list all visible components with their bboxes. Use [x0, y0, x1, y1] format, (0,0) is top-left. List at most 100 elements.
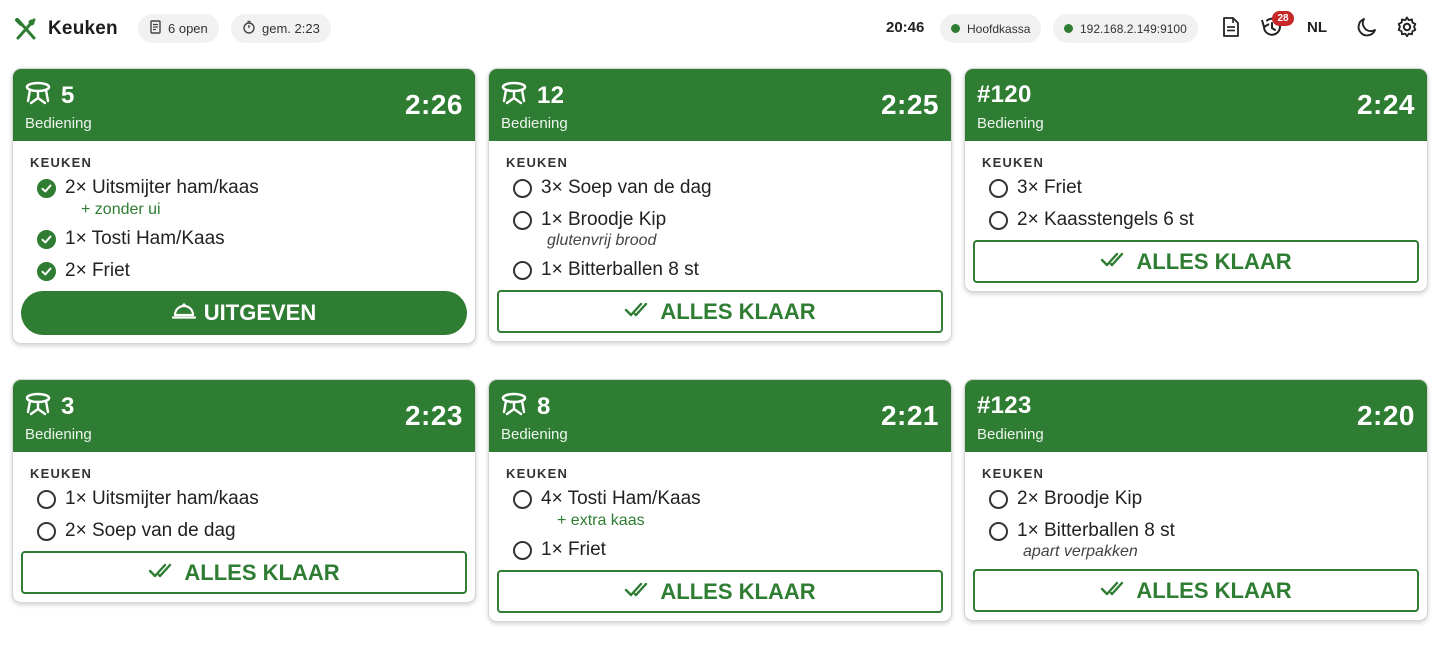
serve-label: UITGEVEN	[203, 300, 317, 325]
item-name: 2× Friet	[65, 260, 130, 281]
all-ready-button[interactable]: ALLES KLAAR	[21, 551, 467, 594]
empty-circle-icon[interactable]	[989, 521, 1008, 541]
empty-circle-icon[interactable]	[37, 521, 56, 541]
empty-circle-icon[interactable]	[513, 210, 532, 230]
empty-circle-icon[interactable]	[989, 178, 1008, 198]
serve-button[interactable]: UITGEVEN	[21, 291, 467, 335]
ticket-subtitle: Bediening	[501, 426, 568, 443]
card-body: KEUKEN 3× Soep van de dag 1× Broodje Kip…	[489, 141, 951, 341]
check-circle-icon[interactable]	[37, 178, 56, 198]
empty-circle-icon[interactable]	[513, 260, 532, 280]
printer-ip: 192.168.2.149:9100	[1080, 21, 1187, 36]
order-item[interactable]: 2× Kaasstengels 6 st	[989, 208, 1419, 232]
card-body: KEUKEN 2× Broodje Kip 1× Bitterballen 8 …	[965, 452, 1427, 620]
order-item[interactable]: 1× Tosti Ham/Kaas	[37, 227, 467, 251]
all-ready-button[interactable]: ALLES KLAAR	[973, 240, 1419, 283]
section-title: KEUKEN	[982, 466, 1045, 481]
dark-mode-toggle[interactable]	[1353, 15, 1381, 43]
order-item[interactable]: 2× Broodje Kip	[989, 487, 1419, 511]
card-body: KEUKEN 2× Uitsmijter ham/kaas + zonder u…	[13, 141, 475, 343]
order-card[interactable]: 3 Bediening 2:23 KEUKEN 1× Uitsmijter ha…	[12, 379, 476, 603]
register-name: Hoofdkassa	[967, 21, 1031, 36]
order-item[interactable]: 1× Friet	[513, 538, 943, 562]
elapsed-timer: 2:20	[1356, 400, 1415, 431]
card-actions: ALLES KLAAR	[973, 569, 1419, 612]
ticket-subtitle: Bediening	[501, 115, 568, 132]
order-item[interactable]: 2× Friet	[37, 259, 467, 283]
avg-time-value: gem. 2:23	[262, 21, 320, 36]
elapsed-timer: 2:23	[404, 400, 463, 431]
elapsed-timer: 2:21	[880, 400, 939, 431]
all-ready-button[interactable]: ALLES KLAAR	[497, 290, 943, 333]
order-card[interactable]: 12 Bediening 2:25 KEUKEN 3× Soep van de …	[488, 68, 952, 342]
ticket-label: 3	[25, 392, 75, 421]
settings-button[interactable]	[1393, 15, 1421, 43]
empty-circle-icon[interactable]	[513, 489, 532, 509]
order-item[interactable]: 1× Broodje Kip glutenvrij brood	[513, 208, 943, 250]
history-button[interactable]: 28	[1257, 11, 1294, 43]
item-note: apart verpakken	[1023, 543, 1138, 560]
card-header: 3 Bediening 2:23	[13, 380, 475, 452]
order-item[interactable]: 4× Tosti Ham/Kaas + extra kaas	[513, 487, 943, 530]
empty-circle-icon[interactable]	[37, 489, 56, 509]
status-dot	[1064, 24, 1073, 33]
table-icon	[25, 392, 61, 421]
order-card[interactable]: #120 Bediening 2:24 KEUKEN 3× Friet 2× K…	[964, 68, 1428, 292]
check-circle-icon[interactable]	[37, 261, 56, 281]
order-item[interactable]: 1× Bitterballen 8 st apart verpakken	[989, 519, 1419, 561]
elapsed-timer: 2:24	[1356, 89, 1415, 120]
check-circle-icon[interactable]	[37, 229, 56, 249]
item-name: 1× Bitterballen 8 st	[541, 259, 699, 280]
ticket-number: #123	[977, 392, 1032, 419]
double-check-icon	[1100, 578, 1136, 604]
ticket-label: #120	[977, 81, 1032, 109]
order-card[interactable]: 5 Bediening 2:26 KEUKEN 2× Uitsmijter ha…	[12, 68, 476, 344]
ticket-label: 8	[501, 392, 551, 421]
card-actions: ALLES KLAAR	[497, 570, 943, 613]
order-card[interactable]: 8 Bediening 2:21 KEUKEN 4× Tosti Ham/Kaa…	[488, 379, 952, 622]
item-name: 2× Soep van de dag	[65, 520, 236, 541]
all-ready-button[interactable]: ALLES KLAAR	[973, 569, 1419, 612]
ticket-subtitle: Bediening	[977, 115, 1044, 132]
register-status-pill: Hoofdkassa	[940, 14, 1042, 43]
order-card[interactable]: #123 Bediening 2:20 KEUKEN 2× Broodje Ki…	[964, 379, 1428, 621]
item-name: 2× Kaasstengels 6 st	[1017, 209, 1194, 230]
order-item[interactable]: 1× Uitsmijter ham/kaas	[37, 487, 467, 511]
empty-circle-icon[interactable]	[989, 210, 1008, 230]
card-header: 8 Bediening 2:21	[489, 380, 951, 452]
item-name: 2× Uitsmijter ham/kaas	[65, 177, 259, 198]
document-icon	[1220, 16, 1242, 43]
section-title: KEUKEN	[506, 155, 569, 170]
all-ready-label: ALLES KLAAR	[660, 298, 816, 324]
document-button[interactable]	[1217, 15, 1245, 43]
language-switch[interactable]: NL	[1307, 19, 1327, 36]
double-check-icon	[624, 579, 660, 605]
item-note: glutenvrij brood	[547, 232, 657, 249]
ticket-label: #123	[977, 392, 1032, 420]
open-orders-count: 6 open	[168, 21, 208, 36]
item-name: 1× Broodje Kip	[541, 209, 667, 230]
ticket-subtitle: Bediening	[977, 426, 1044, 443]
item-modifier: + zonder ui	[81, 201, 161, 218]
stopwatch-icon	[242, 20, 262, 37]
card-header: #123 Bediening 2:20	[965, 380, 1427, 452]
ticket-subtitle: Bediening	[25, 426, 92, 443]
card-body: KEUKEN 4× Tosti Ham/Kaas + extra kaas 1×…	[489, 452, 951, 621]
utensils-icon	[14, 17, 38, 41]
order-item[interactable]: 2× Uitsmijter ham/kaas + zonder ui	[37, 176, 467, 219]
empty-circle-icon[interactable]	[989, 489, 1008, 509]
order-item[interactable]: 1× Bitterballen 8 st	[513, 258, 943, 282]
all-ready-button[interactable]: ALLES KLAAR	[497, 570, 943, 613]
empty-circle-icon[interactable]	[513, 540, 532, 560]
order-item[interactable]: 3× Friet	[989, 176, 1419, 200]
moon-icon	[1356, 16, 1378, 43]
ticket-subtitle: Bediening	[25, 115, 92, 132]
all-ready-label: ALLES KLAAR	[1136, 248, 1292, 274]
ticket-label: 12	[501, 81, 564, 110]
card-actions: ALLES KLAAR	[497, 290, 943, 333]
order-item[interactable]: 2× Soep van de dag	[37, 519, 467, 543]
empty-circle-icon[interactable]	[513, 178, 532, 198]
table-icon	[501, 392, 537, 421]
status-dot	[951, 24, 960, 33]
order-item[interactable]: 3× Soep van de dag	[513, 176, 943, 200]
